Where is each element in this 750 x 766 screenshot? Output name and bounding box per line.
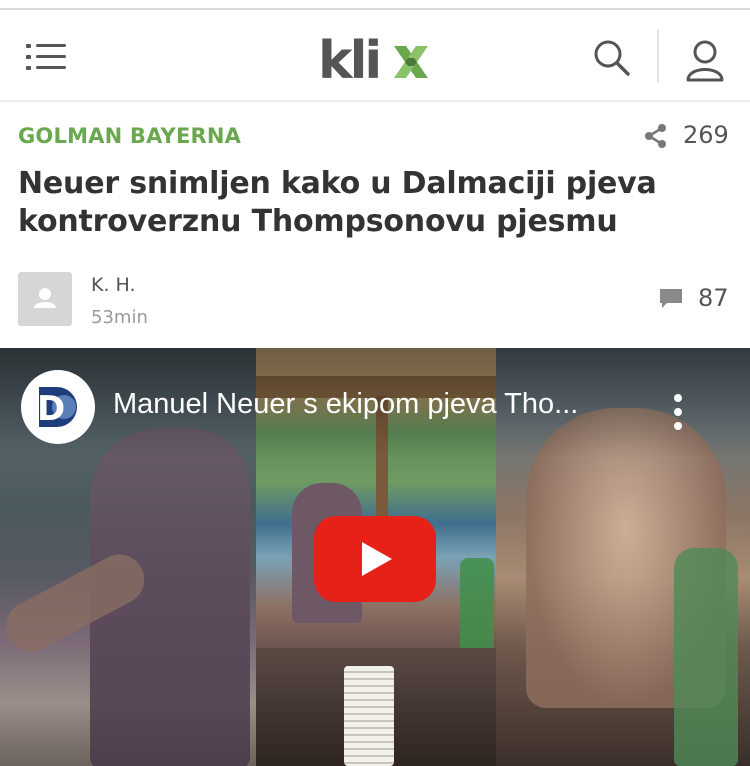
search-icon[interactable] (592, 38, 632, 78)
author-name: K. H. (91, 274, 136, 296)
publish-time: 53min (91, 307, 148, 328)
channel-logo-letter: D (37, 389, 65, 429)
channel-logo[interactable]: D (21, 370, 95, 444)
author-avatar (18, 272, 72, 326)
header-divider (657, 30, 659, 82)
site-header: kli (0, 10, 750, 102)
klix-logo[interactable]: kli (318, 31, 433, 91)
comment-icon[interactable] (659, 288, 683, 310)
more-options-icon[interactable] (668, 392, 688, 432)
hamburger-menu-icon[interactable] (26, 42, 68, 72)
avatar-placeholder-icon (34, 288, 56, 308)
video-player[interactable]: D Manuel Neuer s ekipom pjeva Tho... (0, 348, 750, 766)
share-count: 269 (683, 121, 729, 149)
article-kicker[interactable]: GOLMAN BAYERNA (18, 124, 241, 148)
logo-text: kli (318, 32, 379, 88)
share-icon[interactable] (645, 124, 667, 148)
logo-x-mark (394, 46, 428, 78)
video-title[interactable]: Manuel Neuer s ekipom pjeva Tho... (113, 388, 578, 421)
play-button-icon[interactable] (314, 516, 436, 602)
article-title: Neuer snimljen kako u Dalmaciji pjeva ko… (18, 166, 657, 239)
user-icon[interactable] (684, 38, 726, 82)
comment-count[interactable]: 87 (698, 284, 729, 312)
